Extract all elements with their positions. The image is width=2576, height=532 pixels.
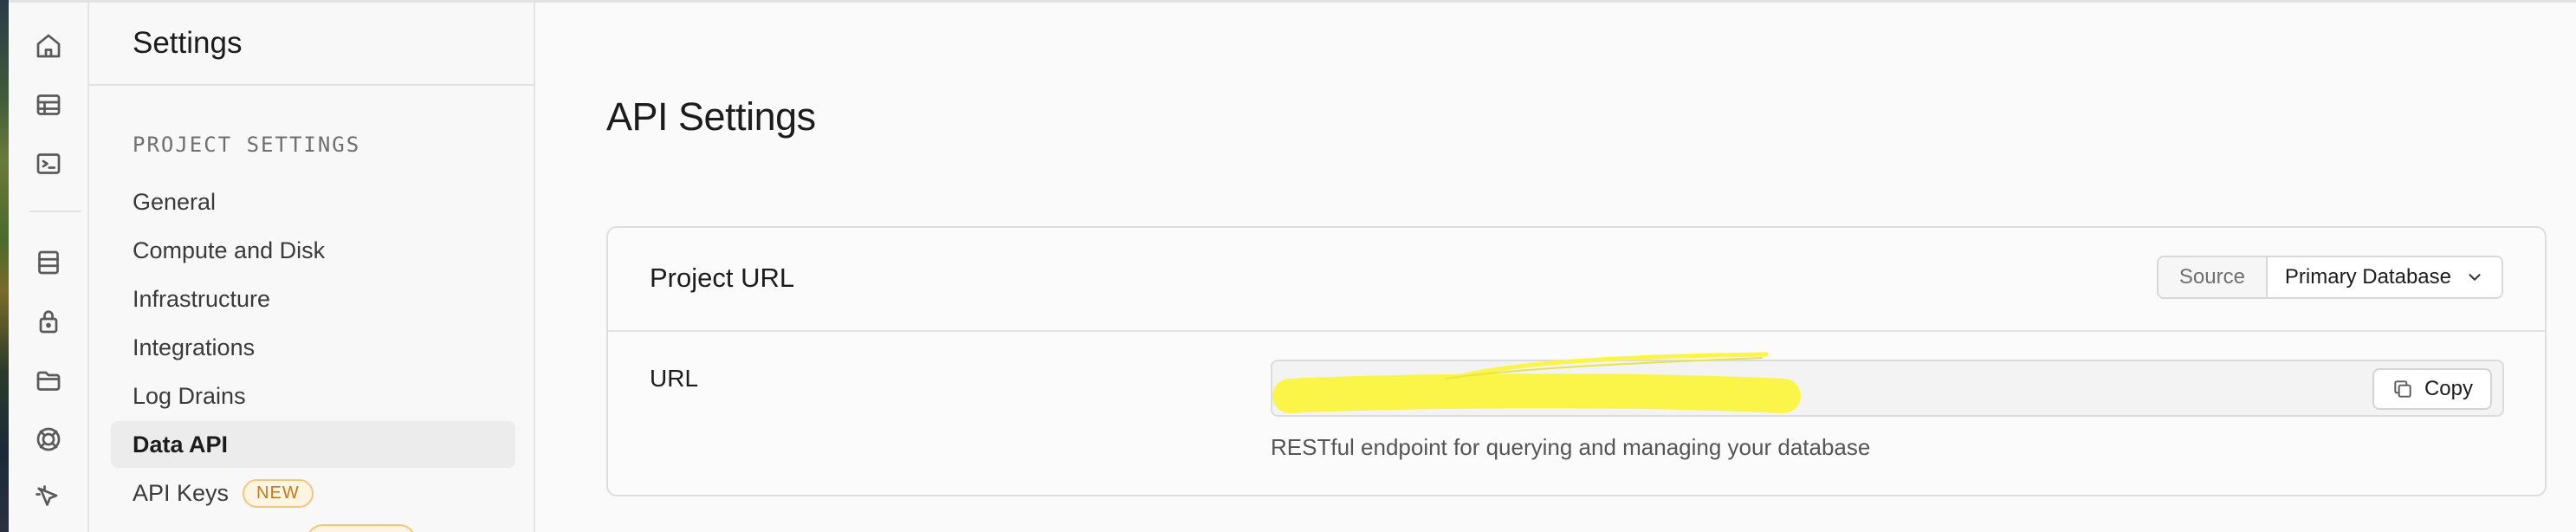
- copy-label: Copy: [2424, 377, 2473, 400]
- settings-sidebar: Settings PROJECT SETTINGS General Comput…: [89, 3, 535, 532]
- copy-button[interactable]: Copy: [2372, 368, 2492, 410]
- next-item-badge: [306, 524, 417, 532]
- icon-rail: [9, 3, 89, 532]
- sidebar-item-label: API Keys: [133, 479, 230, 506]
- storage-folder-icon[interactable]: [31, 363, 66, 398]
- rail-divider: [29, 211, 81, 212]
- sidebar-item-infrastructure[interactable]: Infrastructure: [111, 276, 515, 322]
- sidebar-item-label: Integrations: [133, 334, 256, 360]
- sidebar-title: Settings: [133, 26, 243, 60]
- url-helper-text: RESTful endpoint for querying and managi…: [1271, 434, 1871, 460]
- card-body: URL Copy RESTful endpoint for querying a…: [608, 332, 2545, 496]
- main-content: API Settings Project URL Source Primary …: [537, 3, 2576, 532]
- source-dropdown[interactable]: Primary Database: [2267, 257, 2502, 297]
- source-value: Primary Database: [2284, 265, 2451, 289]
- sidebar-header: Settings: [89, 3, 534, 86]
- database-icon[interactable]: [31, 245, 66, 280]
- source-label: Source: [2158, 257, 2268, 297]
- sidebar-item-api-keys[interactable]: API Keys NEW: [111, 470, 515, 516]
- cursor-icon[interactable]: [31, 481, 66, 516]
- sidebar-item-general[interactable]: General: [111, 178, 515, 225]
- table-editor-icon[interactable]: [31, 88, 66, 122]
- project-url-card: Project URL Source Primary Database URL: [606, 226, 2547, 496]
- sidebar-item-label: General: [133, 188, 217, 215]
- card-header: Project URL Source Primary Database: [608, 228, 2545, 332]
- sidebar-item-label: Compute and Disk: [133, 237, 326, 263]
- url-field[interactable]: Copy: [1271, 352, 2504, 417]
- source-selector: Source Primary Database: [2156, 256, 2503, 299]
- sidebar-item-log-drains[interactable]: Log Drains: [111, 373, 515, 419]
- redaction-highlight-mark: [1272, 352, 1801, 413]
- sidebar-item-label: Data API: [133, 431, 229, 457]
- sidebar-item-compute-and-disk[interactable]: Compute and Disk: [111, 227, 515, 274]
- new-badge: NEW: [243, 478, 314, 508]
- chevron-down-icon: [2465, 268, 2484, 287]
- section-label-project-settings: PROJECT SETTINGS: [133, 133, 361, 157]
- sidebar-item-label: Infrastructure: [133, 285, 271, 312]
- sql-editor-icon[interactable]: [31, 146, 66, 181]
- sidebar-item-label: Log Drains: [133, 382, 246, 409]
- sidebar-item-data-api[interactable]: Data API: [111, 421, 515, 468]
- page-title: API Settings: [606, 94, 816, 139]
- home-icon[interactable]: [31, 29, 66, 63]
- desktop-wallpaper-strip: [0, 0, 9, 532]
- sidebar-item-integrations[interactable]: Integrations: [111, 324, 515, 371]
- card-title: Project URL: [650, 263, 795, 293]
- copy-icon: [2392, 378, 2414, 400]
- auth-lock-icon[interactable]: [31, 304, 66, 339]
- realtime-icon[interactable]: [31, 422, 66, 457]
- url-label: URL: [650, 365, 699, 392]
